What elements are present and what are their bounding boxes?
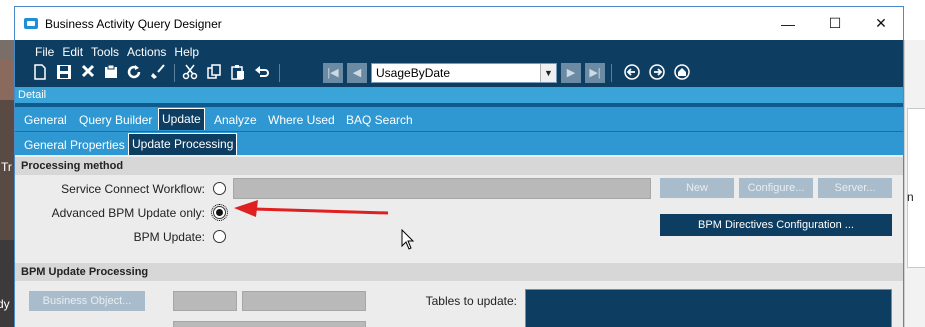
title-bar[interactable]: Business Activity Query Designer — ☐ ✕ xyxy=(15,7,903,40)
query-designer-window: Business Activity Query Designer — ☐ ✕ F… xyxy=(14,6,904,327)
background-text: n xyxy=(907,190,914,204)
background-app-right: n xyxy=(904,40,925,327)
save-icon[interactable] xyxy=(55,64,73,82)
server-button[interactable]: Server... xyxy=(818,178,892,198)
query-selector[interactable]: UsageByDate ▼ xyxy=(371,63,557,83)
toolbar: |◀ ◀ UsageByDate ▼ ▶ ▶| xyxy=(29,61,899,85)
attachment-icon[interactable] xyxy=(102,64,120,82)
background-strip xyxy=(0,60,14,100)
processing-method-heading: Processing method xyxy=(15,157,903,175)
tab-query-builder[interactable]: Query Builder xyxy=(76,111,155,129)
bpm-directives-configuration-button[interactable]: BPM Directives Configuration ... xyxy=(660,214,892,236)
tables-to-update-label: Tables to update: xyxy=(425,294,517,308)
business-object-description-field xyxy=(242,291,366,311)
configure-button[interactable]: Configure... xyxy=(739,178,813,198)
workflow-field xyxy=(233,178,651,199)
menu-help[interactable]: Help xyxy=(170,43,203,61)
window-title: Business Activity Query Designer xyxy=(45,17,222,31)
cut-icon[interactable] xyxy=(181,64,199,82)
business-object-field xyxy=(173,291,237,311)
query-selector-value: UsageByDate xyxy=(376,66,451,80)
home-icon[interactable] xyxy=(673,64,691,82)
clear-broom-icon[interactable] xyxy=(149,64,167,82)
service-connect-workflow-label: Service Connect Workflow: xyxy=(61,182,205,196)
bpm-update-radio[interactable] xyxy=(213,230,226,243)
first-record-icon[interactable]: |◀ xyxy=(323,63,343,83)
update-processing-panel: Processing method Service Connect Workfl… xyxy=(15,155,903,327)
menu-bar: File Edit Tools Actions Help xyxy=(31,43,203,61)
tab-where-used[interactable]: Where Used xyxy=(265,111,338,129)
business-object-button[interactable]: Business Object... xyxy=(29,291,145,311)
paste-icon[interactable] xyxy=(229,64,247,82)
tab-general-properties[interactable]: General Properties xyxy=(21,136,128,154)
forward-arrow-icon[interactable] xyxy=(648,64,666,82)
background-text: dy xyxy=(0,297,10,311)
menu-edit[interactable]: Edit xyxy=(58,43,87,61)
menu-tools[interactable]: Tools xyxy=(87,43,123,61)
new-button[interactable]: New xyxy=(660,178,734,198)
tab-analyze[interactable]: Analyze xyxy=(211,111,260,129)
chevron-down-icon[interactable]: ▼ xyxy=(540,64,556,82)
background-panel xyxy=(907,108,925,268)
tab-baq-search[interactable]: BAQ Search xyxy=(343,111,416,129)
toolbar-separator xyxy=(174,64,175,82)
tab-update-processing[interactable]: Update Processing xyxy=(128,133,238,155)
minimize-button[interactable]: — xyxy=(765,7,811,40)
menu-actions[interactable]: Actions xyxy=(123,43,170,61)
service-connect-workflow-radio[interactable] xyxy=(213,182,226,195)
tab-update[interactable]: Update xyxy=(158,108,205,130)
secondary-tabs: General Properties Update Processing xyxy=(15,131,903,155)
advanced-bpm-update-label: Advanced BPM Update only: xyxy=(51,206,205,220)
copy-icon[interactable] xyxy=(205,64,223,82)
method-field xyxy=(173,321,366,327)
undo-icon[interactable] xyxy=(253,64,271,82)
primary-tabs: General Query Builder Update Analyze Whe… xyxy=(15,107,903,131)
new-document-icon[interactable] xyxy=(31,64,49,82)
refresh-icon[interactable] xyxy=(125,64,143,82)
background-strip xyxy=(0,40,14,60)
advanced-bpm-update-radio[interactable] xyxy=(211,204,228,221)
detail-bar: Detail xyxy=(15,87,903,103)
bpm-update-processing-heading: BPM Update Processing xyxy=(15,263,903,281)
background-text: Tr xyxy=(1,160,12,174)
background-strip xyxy=(0,240,14,327)
background-app-left: Tr dy xyxy=(0,40,14,327)
tables-to-update-list[interactable] xyxy=(525,289,892,327)
menu-toolbar-area: File Edit Tools Actions Help |◀ ◀ UsageB… xyxy=(15,40,903,87)
previous-record-icon[interactable]: ◀ xyxy=(347,63,367,83)
app-icon xyxy=(24,18,38,29)
bpm-update-label: BPM Update: xyxy=(133,230,205,244)
close-button[interactable]: ✕ xyxy=(858,7,904,40)
toolbar-separator xyxy=(611,64,612,82)
back-arrow-icon[interactable] xyxy=(623,64,641,82)
last-record-icon[interactable]: ▶| xyxy=(585,63,605,83)
delete-icon[interactable] xyxy=(79,64,97,82)
menu-file[interactable]: File xyxy=(31,43,58,61)
maximize-button[interactable]: ☐ xyxy=(812,7,858,40)
tab-general[interactable]: General xyxy=(21,111,70,129)
next-record-icon[interactable]: ▶ xyxy=(561,63,581,83)
toolbar-separator xyxy=(279,64,280,82)
